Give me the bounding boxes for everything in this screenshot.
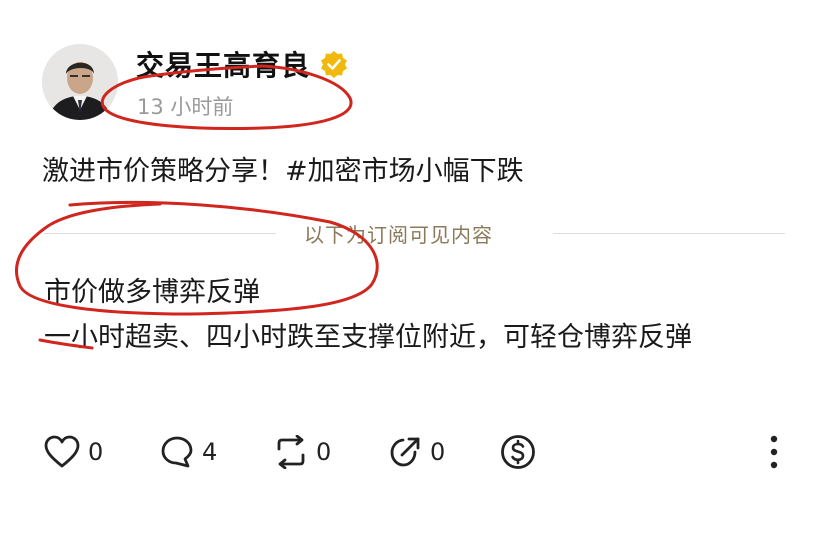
like-button[interactable]: 0 <box>44 428 103 476</box>
repost-count: 0 <box>316 438 332 466</box>
like-count: 0 <box>88 438 104 466</box>
more-vertical-icon[interactable] <box>762 432 786 472</box>
post-timestamp: 13 小时前 <box>137 95 234 119</box>
comment-button[interactable]: 4 <box>160 428 217 476</box>
repost-icon <box>277 435 305 469</box>
post-text: 激进市价策略分享！#加密市场小幅下跌 <box>42 156 524 187</box>
locked-content-title: 市价做多博弈反弹 <box>44 277 260 308</box>
post-card: 交易王高育良 13 小时前 激进市价策略分享！#加密市场小幅下跌 以下为订阅可见… <box>0 0 828 544</box>
subscription-divider-label: 以下为订阅可见内容 <box>304 223 493 247</box>
heart-icon <box>44 435 80 468</box>
share-count: 0 <box>430 438 446 466</box>
author-name[interactable]: 交易王高育良 <box>136 44 310 84</box>
action-bar: 0 4 0 0 <box>0 428 828 476</box>
comment-count: 4 <box>202 438 218 466</box>
avatar[interactable] <box>42 44 118 120</box>
verified-badge-icon <box>321 51 347 78</box>
dollar-icon <box>501 435 535 469</box>
avatar-portrait-icon <box>42 44 118 120</box>
tip-button[interactable] <box>500 428 536 476</box>
divider-line-left <box>44 233 276 234</box>
share-icon <box>390 437 420 467</box>
repost-button[interactable]: 0 <box>274 428 331 476</box>
comment-icon <box>161 436 193 468</box>
share-button[interactable]: 0 <box>388 428 445 476</box>
divider-line-right <box>553 233 785 234</box>
locked-content-body: 一小时超卖、四小时跌至支撑位附近，可轻仓博弈反弹 <box>44 322 692 353</box>
